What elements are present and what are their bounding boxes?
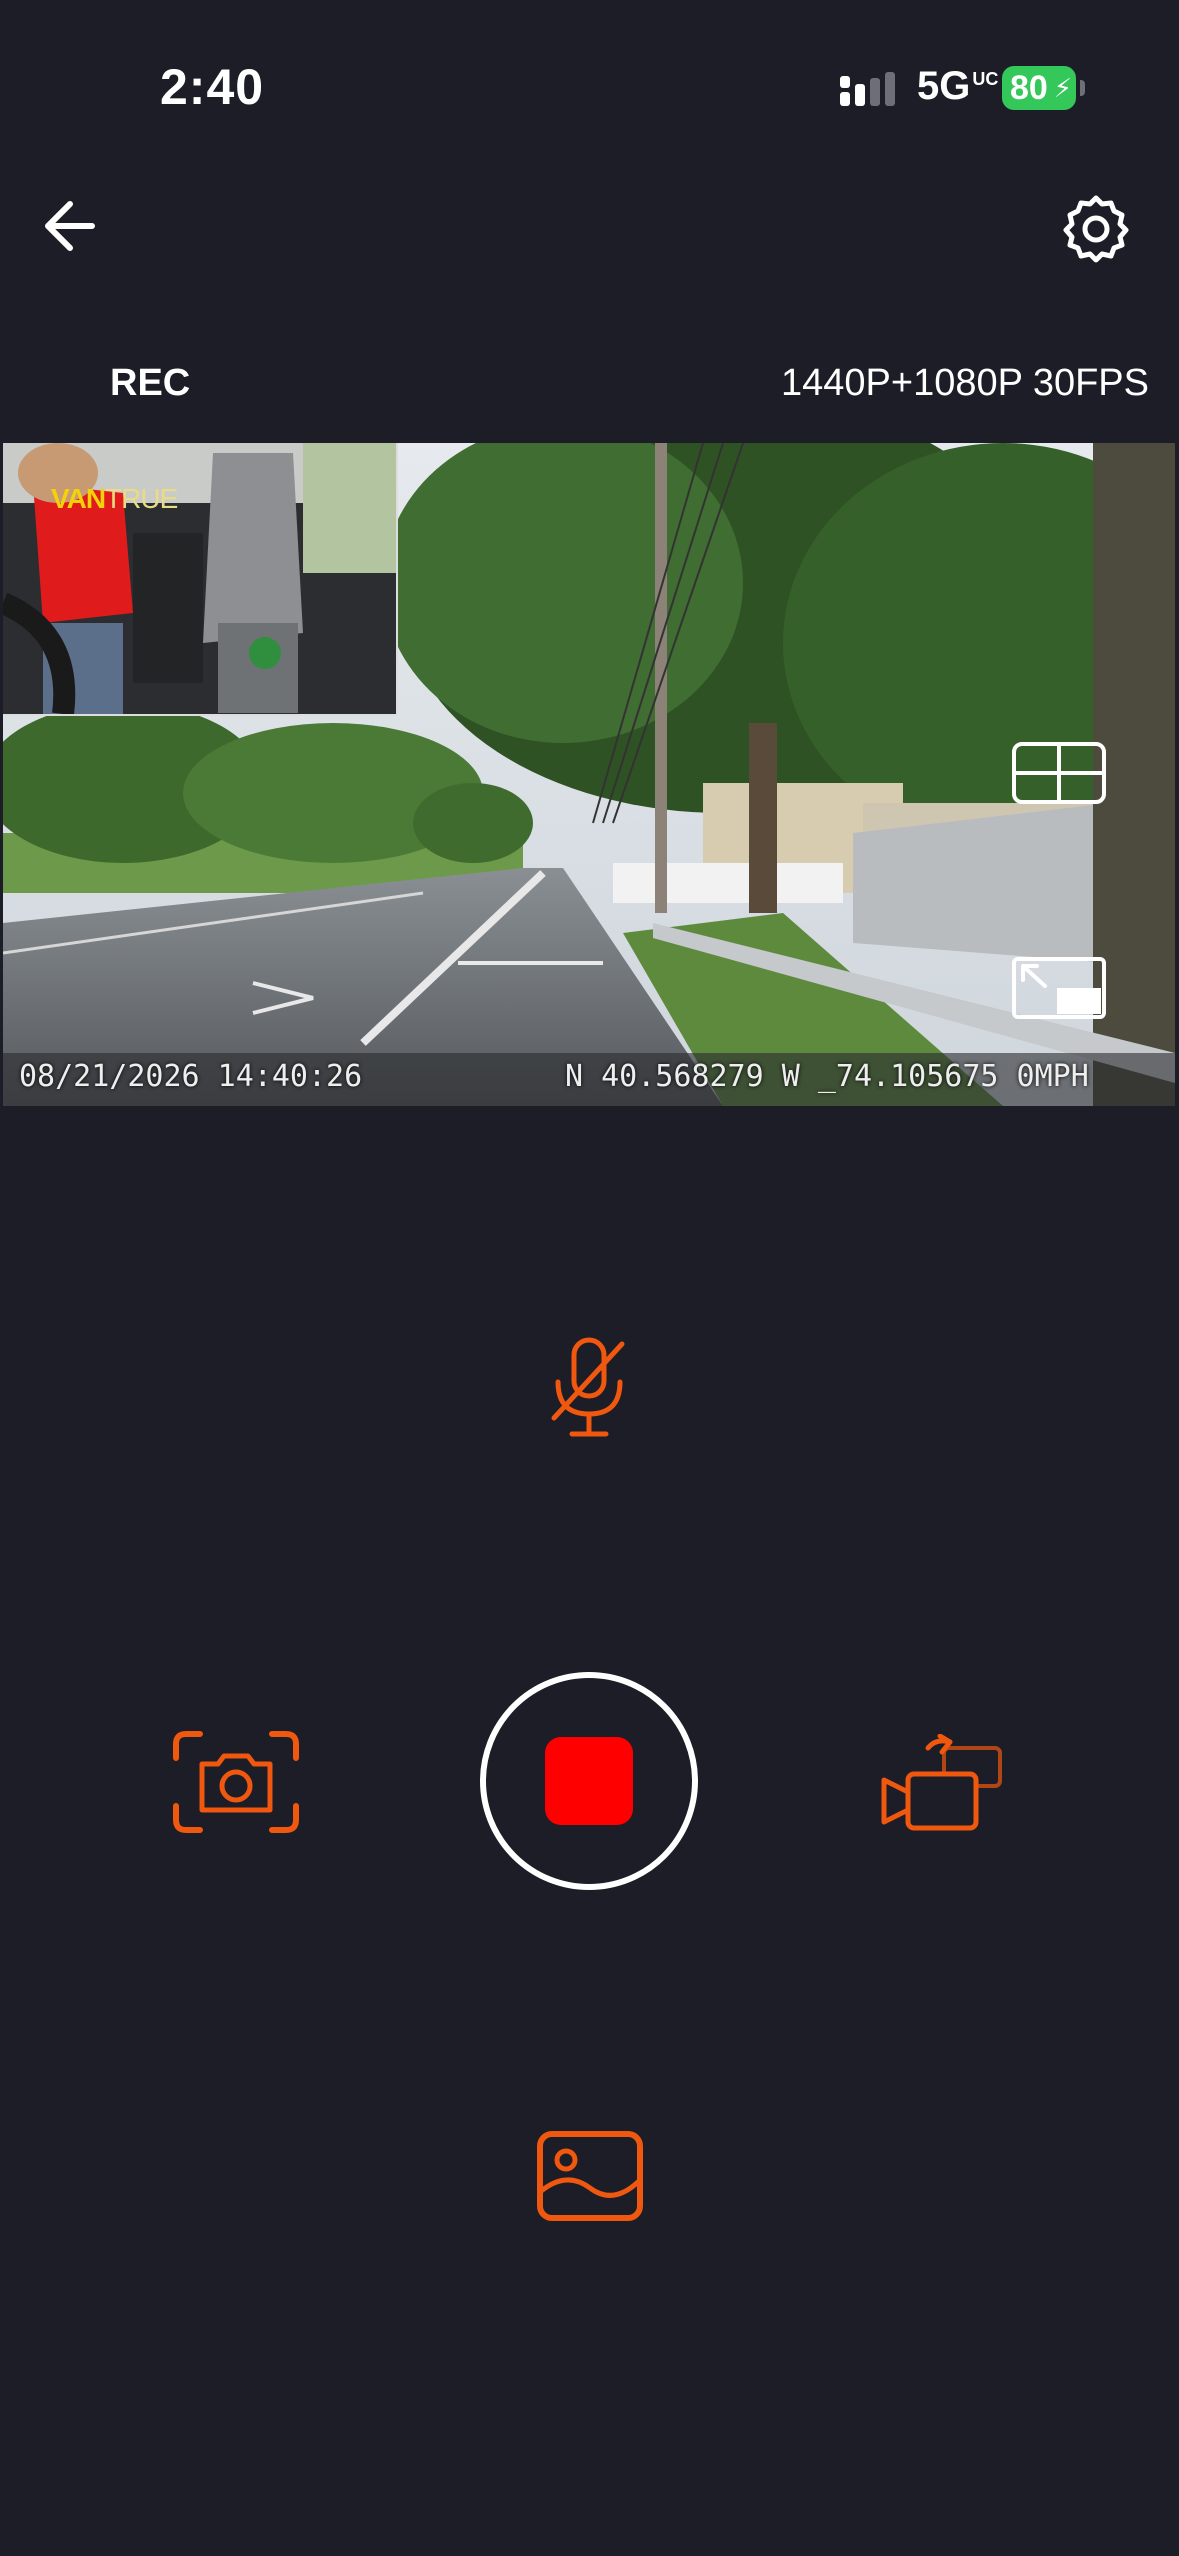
- network-type: 5G UC: [917, 64, 998, 109]
- live-video-view[interactable]: VANTRUE 08/21/2026 14:40:26 N 40.568279 …: [3, 443, 1175, 1106]
- stop-record-icon: [545, 1737, 633, 1825]
- cellular-signal-icon: [840, 72, 895, 106]
- gallery-icon: [537, 2131, 643, 2221]
- network-label: 5G: [917, 64, 971, 108]
- battery-level: 80: [1010, 69, 1048, 107]
- brand-watermark: VANTRUE: [51, 483, 178, 515]
- battery-tip: [1080, 80, 1085, 96]
- stop-recording-button[interactable]: [480, 1672, 698, 1890]
- pip-view-button[interactable]: [1011, 956, 1107, 1025]
- video-timestamp: 08/21/2026 14:40:26: [19, 1059, 363, 1094]
- recording-status-label: REC: [110, 362, 191, 404]
- resolution-label: 1440P+1080P 30FPS: [781, 362, 1149, 404]
- battery-indicator: 80 ⚡: [1002, 66, 1076, 110]
- camera-capture-icon: [173, 1731, 299, 1833]
- split-view-button[interactable]: [1011, 741, 1107, 810]
- settings-button[interactable]: [1060, 192, 1132, 264]
- switch-camera-icon: [881, 1733, 1002, 1831]
- switch-camera-button[interactable]: [880, 1733, 1006, 1834]
- back-button[interactable]: [40, 196, 110, 256]
- network-sup: UC: [972, 69, 999, 89]
- interior-camera-pip[interactable]: VANTRUE: [3, 443, 398, 716]
- gear-icon: [1063, 195, 1129, 263]
- snapshot-button[interactable]: [172, 1730, 300, 1834]
- microphone-muted-icon: [551, 1337, 625, 1437]
- mute-microphone-button[interactable]: [548, 1336, 630, 1440]
- brand-thin: TRUE: [105, 483, 178, 514]
- gps-readout: N 40.568279 W _74.105675 0MPH: [565, 1059, 1089, 1094]
- picture-in-picture-icon: [1012, 957, 1106, 1019]
- gallery-button[interactable]: [536, 2130, 644, 2222]
- brand-bold: VAN: [51, 483, 106, 514]
- charging-bolt-icon: ⚡: [1053, 73, 1072, 103]
- arrow-left-icon: [45, 201, 95, 251]
- status-time: 2:40: [160, 59, 265, 115]
- split-screen-icon: [1012, 742, 1106, 804]
